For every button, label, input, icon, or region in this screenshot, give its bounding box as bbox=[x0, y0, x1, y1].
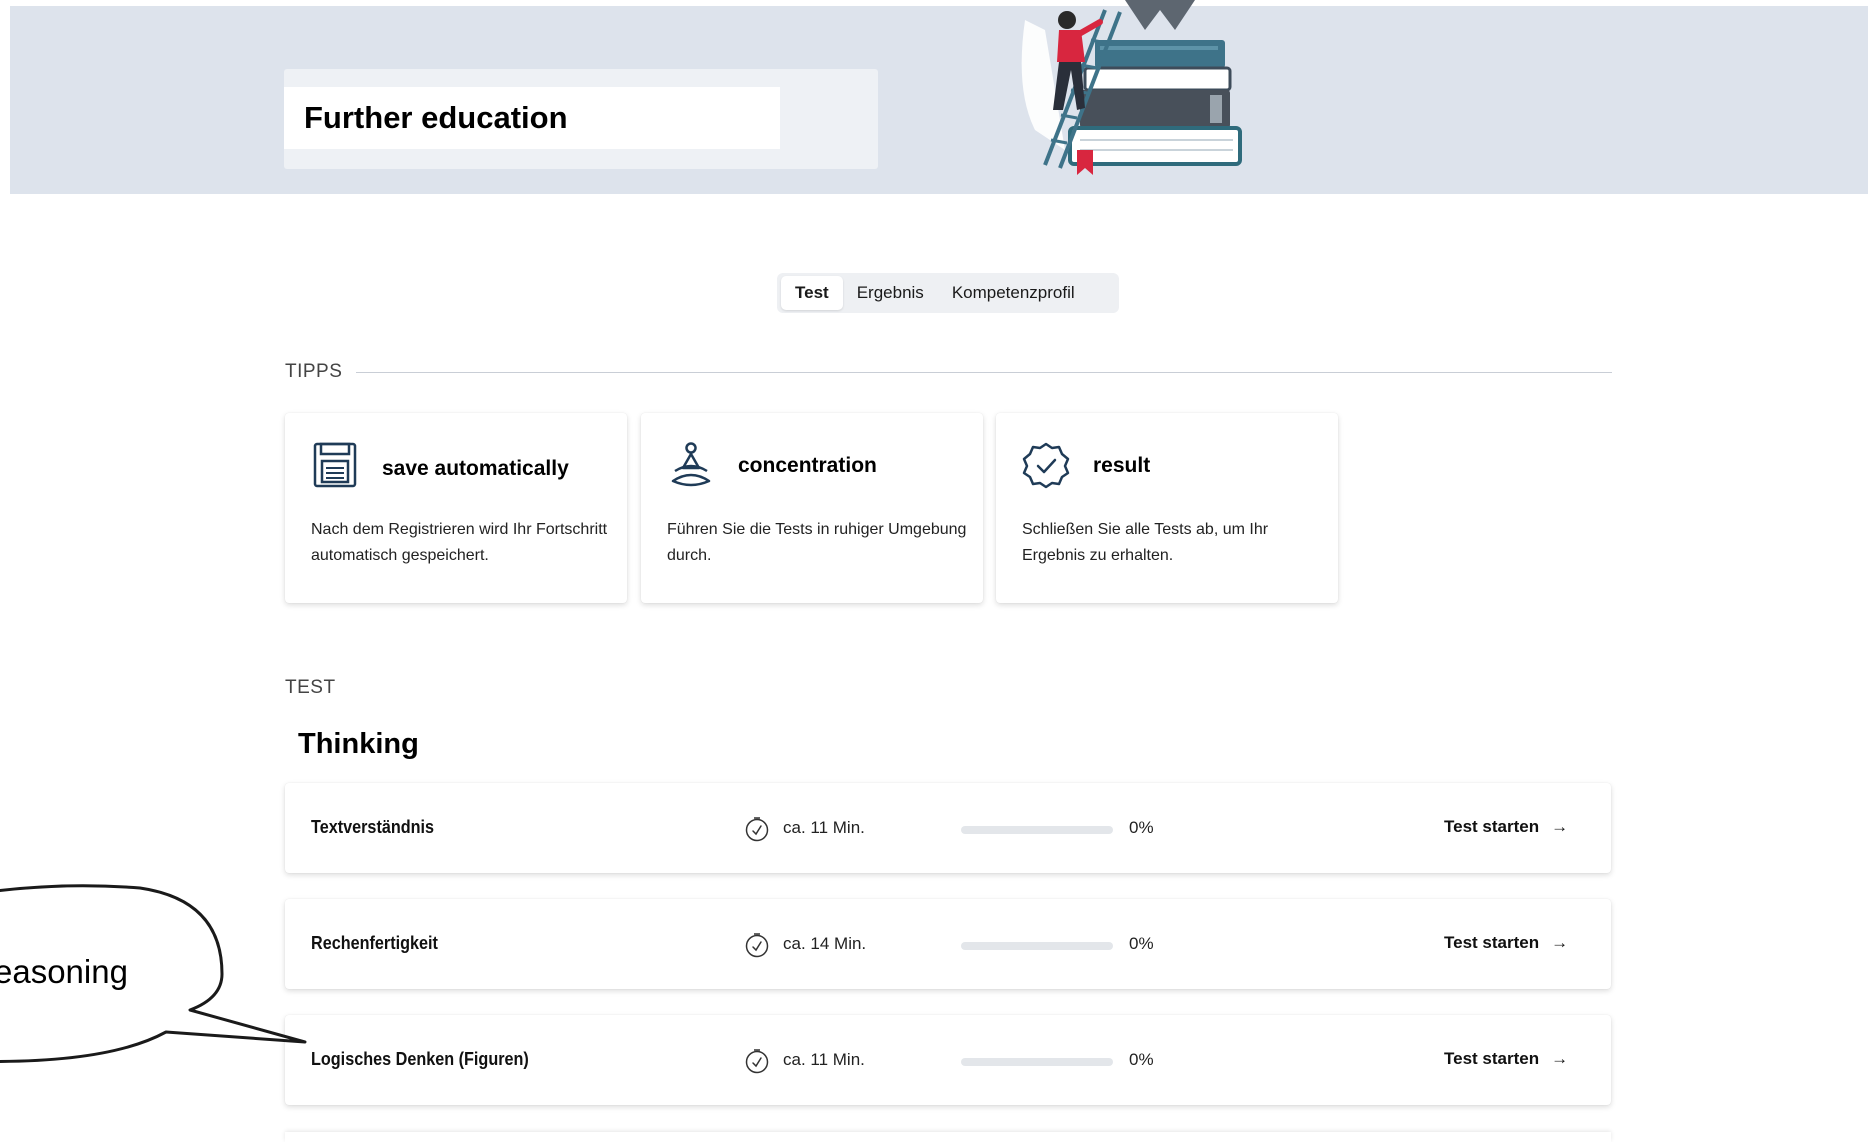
arrow-right-icon: → bbox=[1551, 933, 1569, 952]
tip-title: concentration bbox=[738, 454, 877, 477]
start-test-button[interactable]: Test starten → bbox=[1444, 817, 1568, 837]
tip-card-result: result Schließen Sie alle Tests ab, um I… bbox=[996, 413, 1338, 603]
progress-bar bbox=[961, 826, 1113, 834]
tip-text: Nach dem Registrieren wird Ihr Fortschri… bbox=[311, 521, 608, 564]
tip-title: save automatically bbox=[382, 457, 569, 480]
test-row: Logisches Denken (Figuren) ca. 11 Min. 0… bbox=[285, 1015, 1611, 1105]
progress-percent: 0% bbox=[1129, 818, 1154, 837]
test-row-partial bbox=[285, 1132, 1611, 1142]
verified-badge-icon bbox=[1022, 442, 1070, 489]
test-row: Textverständnis ca. 11 Min. 0% Test star… bbox=[285, 783, 1611, 873]
start-test-button[interactable]: Test starten → bbox=[1444, 1049, 1568, 1069]
test-name: Textverständnis bbox=[311, 817, 435, 837]
tab-ergebnis[interactable]: Ergebnis bbox=[843, 276, 938, 310]
stopwatch-icon bbox=[745, 817, 769, 842]
arrow-right-icon: → bbox=[1551, 1049, 1569, 1068]
test-duration: ca. 11 Min. bbox=[783, 818, 865, 837]
arrow-right-icon: → bbox=[1551, 817, 1569, 836]
test-name: Logisches Denken (Figuren) bbox=[311, 1049, 529, 1069]
tip-card-save: save automatically Nach dem Registrieren… bbox=[285, 413, 627, 603]
test-name: Rechenfertigkeit bbox=[311, 933, 438, 953]
view-tabs: Test Ergebnis Kompetenzprofil bbox=[777, 273, 1119, 313]
tab-kompetenzprofil[interactable]: Kompetenzprofil bbox=[938, 276, 1089, 310]
tips-heading: TIPPS bbox=[285, 361, 343, 382]
tip-text: Schließen Sie alle Tests ab, um Ihr Erge… bbox=[1022, 521, 1269, 564]
meditation-icon bbox=[671, 442, 711, 487]
start-test-button[interactable]: Test starten → bbox=[1444, 933, 1568, 953]
group-title: Thinking bbox=[298, 728, 419, 760]
page-title: Further education bbox=[304, 100, 568, 135]
test-duration: ca. 14 Min. bbox=[783, 934, 867, 953]
test-heading: TEST bbox=[285, 677, 336, 698]
tip-title: result bbox=[1093, 454, 1151, 477]
progress-bar bbox=[961, 942, 1113, 950]
progress-percent: 0% bbox=[1129, 1050, 1154, 1069]
stopwatch-icon bbox=[745, 933, 769, 958]
stopwatch-icon bbox=[745, 1049, 769, 1074]
tip-text: Führen Sie die Tests in ruhiger Umgebung… bbox=[667, 521, 967, 564]
tab-test[interactable]: Test bbox=[781, 276, 843, 310]
books-ladder-illustration bbox=[1021, 0, 1242, 175]
progress-bar bbox=[961, 1058, 1113, 1066]
speech-bubble-text: reasoning bbox=[0, 953, 128, 990]
test-row: Rechenfertigkeit ca. 14 Min. 0% Test sta… bbox=[285, 899, 1611, 989]
tips-divider bbox=[356, 372, 1612, 373]
test-duration: ca. 11 Min. bbox=[783, 1050, 865, 1069]
tip-card-concentration: concentration Führen Sie die Tests in ru… bbox=[641, 413, 983, 603]
progress-percent: 0% bbox=[1129, 934, 1154, 953]
floppy-disk-icon bbox=[313, 442, 357, 488]
